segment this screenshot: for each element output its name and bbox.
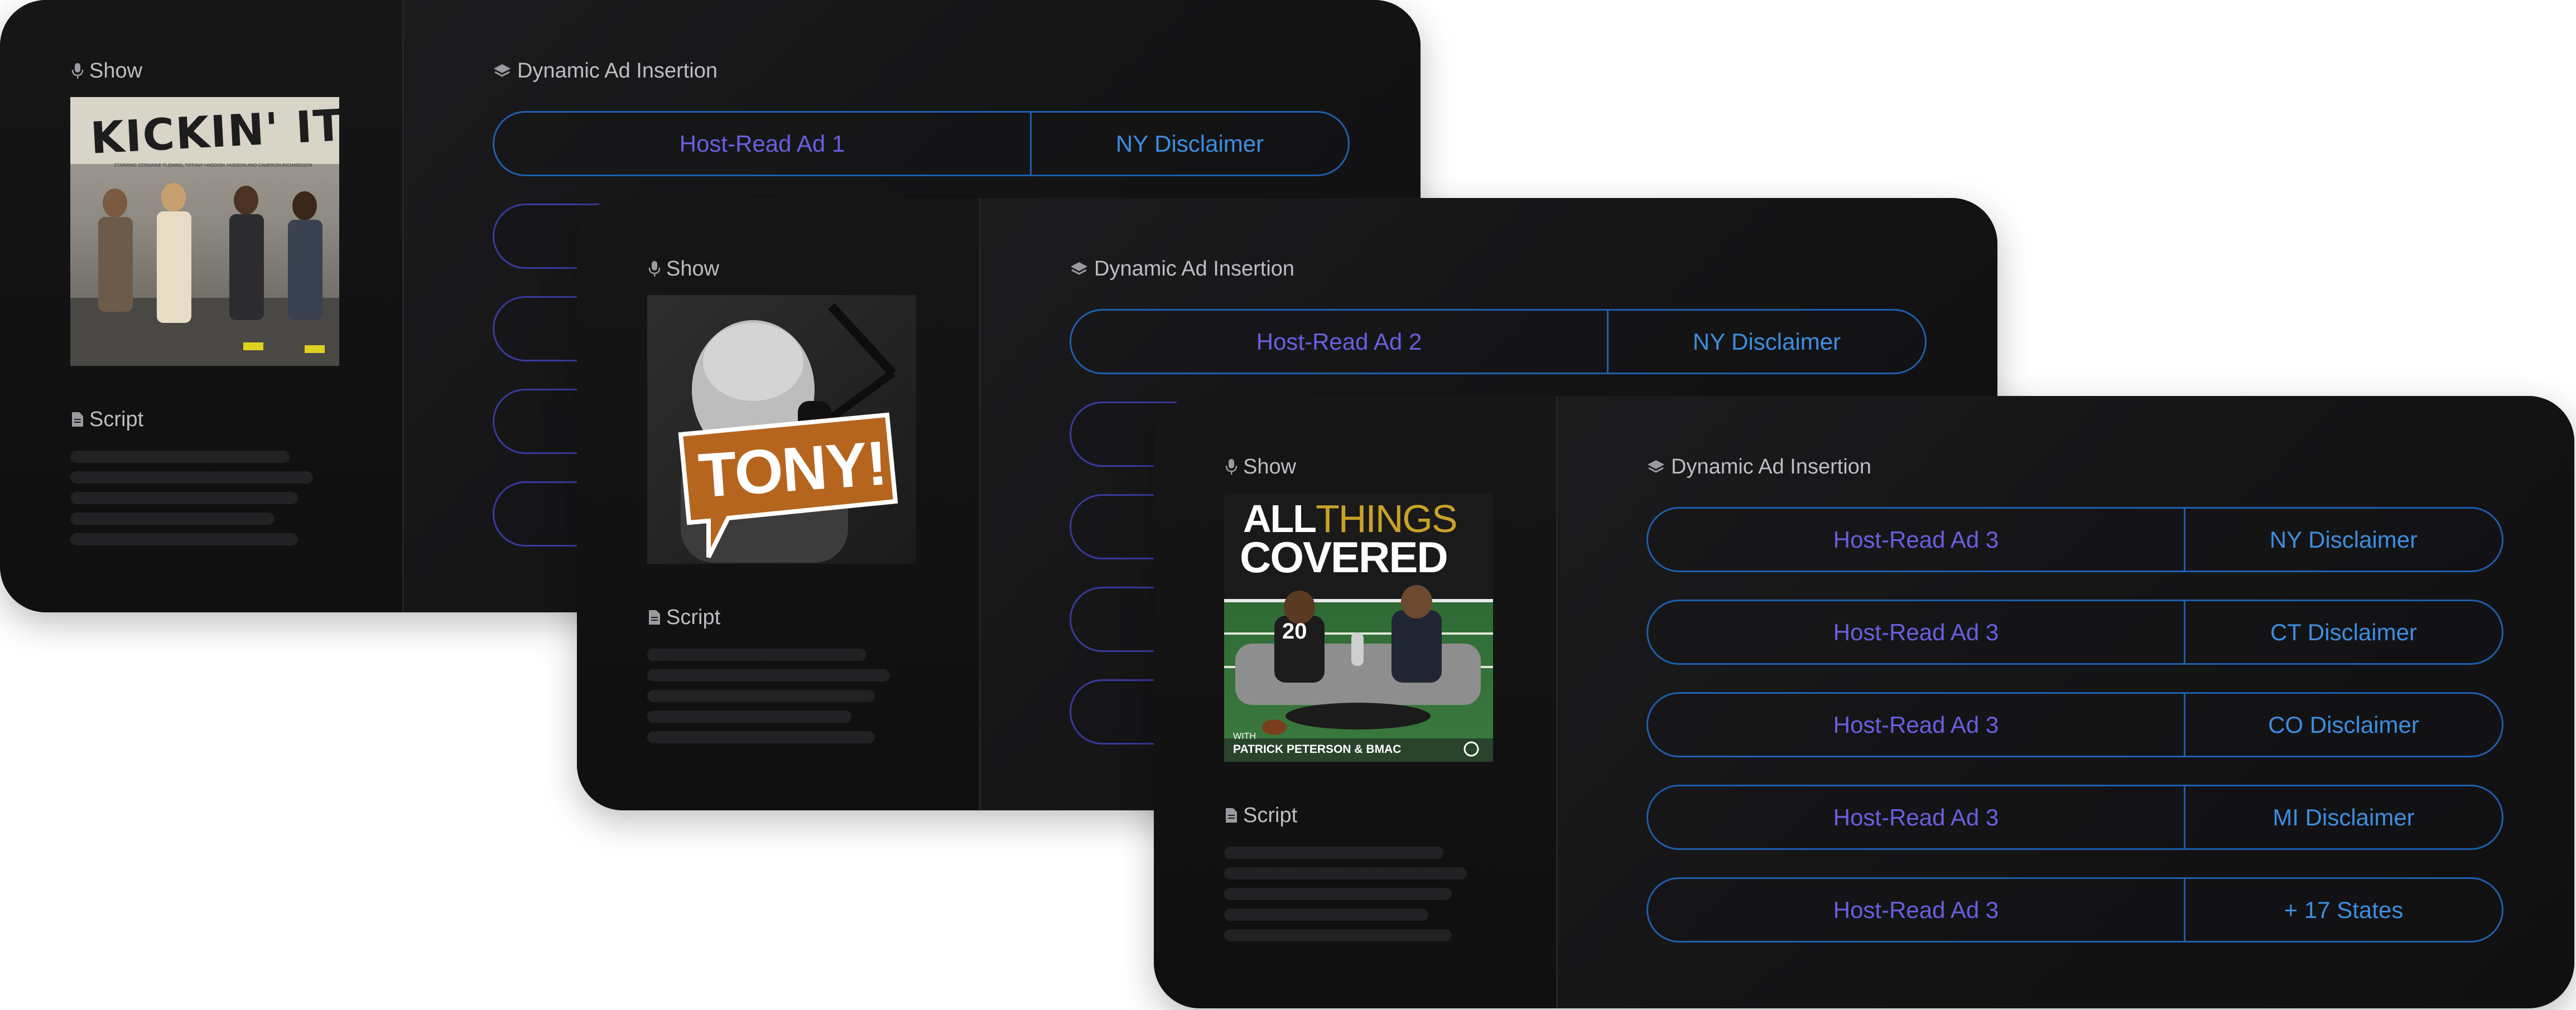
script-line [1224, 929, 1452, 941]
disclaimer-cell[interactable]: MI Disclaimer [2185, 786, 2502, 848]
document-icon [649, 610, 660, 625]
script-line [1224, 847, 1443, 859]
script-label: Script [1243, 804, 1298, 827]
script-line [1224, 888, 1452, 900]
script-line [1224, 867, 1467, 879]
ad-slot[interactable]: Host-Read Ad 3 MI Disclaimer [1646, 785, 2503, 850]
disclaimer-cell[interactable]: NY Disclaimer [1032, 113, 1348, 175]
script-line [647, 731, 875, 743]
disclaimer-cell[interactable]: CT Disclaimer [2185, 601, 2502, 663]
script-line [647, 711, 851, 723]
dai-label: Dynamic Ad Insertion [1671, 455, 1872, 479]
script-line [70, 471, 313, 484]
script-line [70, 451, 290, 463]
host-read-ad-cell[interactable]: Host-Read Ad 3 [1648, 786, 2185, 848]
host-read-ad-cell[interactable]: Host-Read Ad 3 [1648, 694, 2185, 756]
script-line [1224, 908, 1428, 921]
script-label: Script [89, 408, 144, 431]
document-icon [1226, 808, 1237, 823]
document-icon [72, 412, 83, 427]
script-line [70, 513, 275, 525]
script-label: Script [666, 606, 721, 629]
show-card-3: Show ALLTHINGS COVERED 20 WITH PATRICK P… [1154, 396, 2574, 1008]
layers-icon [1071, 262, 1087, 275]
artwork-subtitle: STARRING GERMAINE FLEMING, TIFFANY HADDI… [114, 163, 312, 168]
dai-heading: Dynamic Ad Insertion [493, 58, 718, 84]
disclaimer-cell[interactable]: NY Disclaimer [1609, 311, 1925, 373]
artwork-title: TONY! [696, 428, 889, 511]
script-line [70, 533, 298, 545]
host-read-ad-cell[interactable]: Host-Read Ad 2 [1071, 311, 1609, 373]
jersey-number: 20 [1282, 619, 1307, 644]
microphone-icon [71, 63, 84, 79]
show-heading: Show [1225, 454, 1296, 480]
host-read-ad-cell[interactable]: Host-Read Ad 3 [1648, 879, 2185, 941]
show-artwork-all-things-covered[interactable]: ALLTHINGS COVERED 20 WITH PATRICK PETERS… [1224, 493, 1493, 762]
dai-heading: Dynamic Ad Insertion [1070, 256, 1294, 282]
disclaimer-cell[interactable]: CO Disclaimer [2185, 694, 2502, 756]
host-read-ad-cell[interactable]: Host-Read Ad 3 [1648, 509, 2185, 571]
host-read-ad-cell[interactable]: Host-Read Ad 3 [1648, 601, 2185, 663]
ad-slot[interactable]: Host-Read Ad 1 NY Disclaimer [493, 111, 1350, 176]
artwork-credit-names: PATRICK PETERSON & BMAC [1233, 743, 1402, 756]
microphone-icon [648, 261, 661, 277]
artwork-credit-with: WITH [1233, 732, 1256, 741]
show-artwork-kickin-it[interactable]: KICKIN' IT STARRING GERMAINE FLEMING, TI… [70, 97, 339, 366]
host-read-ad-cell[interactable]: Host-Read Ad 1 [494, 113, 1032, 175]
ad-slot[interactable]: Host-Read Ad 3 CT Disclaimer [1646, 600, 2503, 665]
show-label: Show [89, 59, 143, 83]
show-label: Show [1243, 455, 1297, 479]
show-heading: Show [71, 58, 142, 84]
ad-slot[interactable]: Host-Read Ad 2 NY Disclaimer [1070, 309, 1927, 374]
dai-heading: Dynamic Ad Insertion [1646, 454, 1871, 480]
layers-icon [1648, 460, 1664, 473]
artwork-title-line2: COVERED [1240, 533, 1448, 582]
script-heading: Script [71, 407, 143, 432]
ad-slot[interactable]: Host-Read Ad 3 CO Disclaimer [1646, 692, 2503, 757]
ad-slot[interactable]: Host-Read Ad 3 + 17 States [1646, 877, 2503, 943]
show-heading: Show [648, 256, 719, 282]
script-heading: Script [648, 605, 720, 630]
disclaimer-cell[interactable]: NY Disclaimer [2185, 509, 2502, 571]
dai-label: Dynamic Ad Insertion [517, 59, 718, 83]
script-heading: Script [1225, 803, 1297, 828]
dai-label: Dynamic Ad Insertion [1094, 257, 1295, 281]
script-line [647, 690, 875, 702]
layers-icon [494, 64, 511, 77]
additional-states-cell[interactable]: + 17 States [2185, 879, 2502, 941]
show-label: Show [666, 257, 720, 281]
script-line [647, 649, 866, 661]
microphone-icon [1225, 459, 1238, 475]
script-line [647, 669, 890, 682]
script-line [70, 492, 298, 504]
ad-slot[interactable]: Host-Read Ad 3 NY Disclaimer [1646, 507, 2503, 572]
show-artwork-tony[interactable]: TONY! [647, 295, 916, 564]
